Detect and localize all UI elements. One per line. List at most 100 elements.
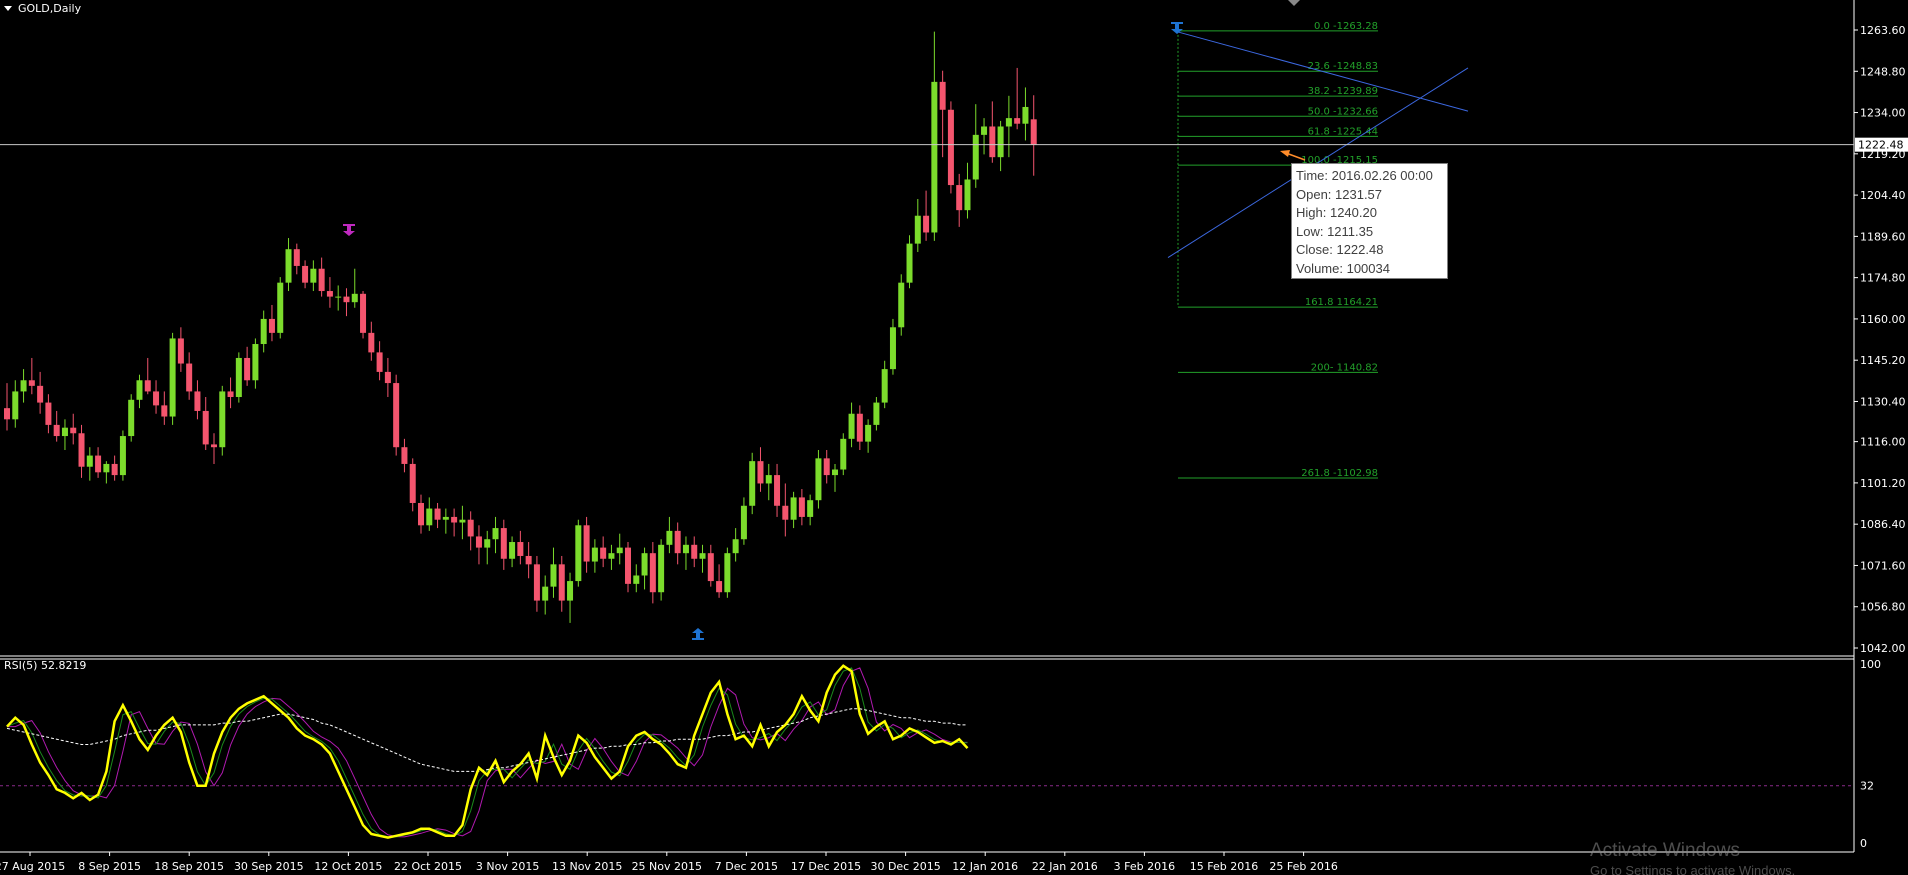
candle [931,31,938,241]
time-tick-label: 22 Jan 2016 [1032,860,1098,873]
candle [947,101,954,194]
candle [840,433,847,476]
candle-body [211,444,217,448]
candle [484,530,491,565]
candle [475,525,482,565]
candle-body [832,469,838,476]
candle [86,447,93,481]
candle [682,536,689,570]
candle-body [318,268,325,292]
candle-body [939,81,946,110]
candle [202,397,209,450]
time-tick-label: 12 Oct 2015 [314,860,382,873]
candle [235,352,242,403]
candle-body [1014,118,1021,124]
candle [376,341,383,381]
candle [964,162,971,219]
candle [699,544,706,573]
candle-body [509,542,516,559]
price-tick-label: 1248.80 [1860,65,1906,78]
candle-body [542,586,549,601]
time-tick-label: 3 Feb 2016 [1114,860,1175,873]
candle [45,394,52,434]
price-tick-label: 1086.40 [1860,518,1906,531]
price-tick-label: 1189.60 [1860,230,1906,243]
candle-body [724,553,731,593]
candle [368,321,375,361]
price-tick-label: 1174.80 [1860,272,1906,285]
candle-body [70,427,77,434]
candle-body [235,357,242,398]
candle [856,405,863,450]
candle-body [865,424,872,442]
candle-body [401,447,408,464]
candle-body [716,581,723,593]
candle [633,564,640,593]
price-chart[interactable]: 0.0 -1263.2823.6 -1248.8338.2 -1239.8950… [0,0,1908,875]
candle-body [757,461,764,484]
candle-body [666,530,673,545]
candle-body [947,109,954,186]
candle-body [608,553,615,559]
candle-body [906,243,913,283]
candle [384,357,391,398]
candle-body [177,338,184,364]
price-tick-label: 1160.00 [1860,313,1906,326]
chart-window[interactable]: 0.0 -1263.28 23.6 -1248.83 38.2 -1239.89 50… [0,0,1908,875]
candle [757,447,764,492]
candle [716,564,723,598]
tooltip-volume: Volume: 100034 [1296,260,1390,276]
candle [1014,67,1021,130]
candle [277,277,284,339]
candle-body [442,516,449,520]
candle [956,173,963,227]
candle [1005,95,1012,158]
candle [335,285,342,311]
candle-body [484,539,491,548]
fib-level-label: 161.8 1164.21 [1305,297,1378,308]
candle-body [575,525,582,582]
price-tick-label: 1145.20 [1860,354,1906,367]
candle-body [95,455,102,473]
candle-body [418,502,424,526]
rsi-signal-line [7,667,968,838]
candle [219,385,226,456]
candle-body [848,413,855,439]
fractal-down-arrow-icon [343,224,355,236]
candle-body [699,553,706,559]
candle-body [467,519,474,537]
tooltip-open: Open: 1231.57 [1296,186,1383,202]
candle [442,508,449,534]
fib-level-label: 200- 1140.82 [1311,362,1378,373]
activate-windows-subtitle: Go to Settings to activate Windows. [1590,863,1796,875]
symbol-menu-icon[interactable] [4,6,12,11]
candle-body [707,553,714,582]
candle [765,463,772,501]
candle [542,575,549,615]
candle [20,369,27,403]
candle-body [972,134,979,180]
candle [989,101,996,163]
candle-body [989,126,996,158]
candle [227,377,234,409]
candle-body [86,455,93,467]
candle [608,544,615,570]
price-tick-label: 1116.00 [1860,436,1906,449]
candles [4,31,1037,623]
candle [550,547,557,598]
candle-body [310,268,317,283]
fractal-up-arrow-icon [692,628,704,640]
candle-body [649,553,656,593]
candle [591,539,598,573]
candle [111,455,118,481]
candle [972,104,979,188]
candle [194,380,201,420]
candle [418,494,424,534]
candle [823,449,830,484]
candle [186,352,193,400]
candle [37,371,44,414]
price-tick-label: 1101.20 [1860,477,1906,490]
price-tick-label: 1042.00 [1860,642,1906,655]
candle-body [964,179,971,211]
candle-body [567,581,574,601]
